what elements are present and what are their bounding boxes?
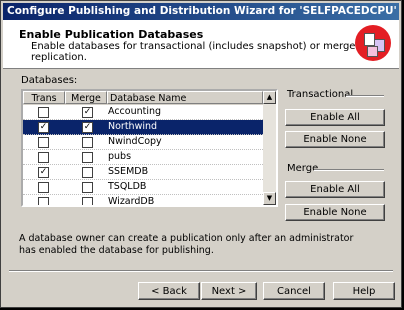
transactional-enable-all-button[interactable]: Enable All [285,109,385,126]
merge-checkbox[interactable] [82,137,93,148]
table-row[interactable]: pubs [23,150,263,165]
databases-label: Databases: [21,75,78,86]
table-row[interactable]: ✓ Accounting [23,105,263,120]
database-name: SSEMDB [108,166,149,177]
back-button[interactable]: < Back [138,282,200,300]
grid-scrollbar[interactable]: ▲ ▼ [263,91,276,205]
admin-note: A database owner can create a publicatio… [19,233,354,256]
trans-checkbox[interactable] [38,107,49,118]
merge-checkbox[interactable] [82,152,93,163]
grid-rows: ✓ Accounting ✓ ✓ Northwind NwindCopy pubs ✓ SSEM… [23,105,263,207]
grid-header: Trans Merge Database Name [23,91,263,105]
merge-enable-all-button[interactable]: Enable All [285,181,385,198]
database-name: Northwind [108,121,158,132]
cancel-button[interactable]: Cancel [263,282,325,300]
merge-checkbox[interactable] [82,167,93,178]
help-button[interactable]: Help [333,282,395,300]
trans-checkbox[interactable] [38,152,49,163]
table-row[interactable]: WizardDB [23,195,263,207]
footer-divider [9,270,393,272]
trans-checkbox[interactable]: ✓ [38,122,49,133]
transactional-divider [346,95,384,97]
wizard-window: Configure Publishing and Distribution Wi… [0,0,402,308]
merge-checkbox[interactable] [82,182,93,193]
merge-checkbox[interactable] [82,197,93,205]
table-row[interactable]: ✓ ✓ Northwind [23,120,263,135]
table-row[interactable]: NwindCopy [23,135,263,150]
transactional-enable-none-button[interactable]: Enable None [285,131,385,148]
table-row[interactable]: TSQLDB [23,180,263,195]
wizard-header: Enable Publication Databases Enable data… [3,20,399,69]
page-description: Enable databases for transactional (incl… [31,41,356,63]
merge-checkbox[interactable]: ✓ [82,107,93,118]
trans-checkbox[interactable] [38,197,49,205]
page-title: Enable Publication Databases [19,28,204,41]
transactional-label: Transactional [287,89,354,100]
scroll-down-icon[interactable]: ▼ [263,192,276,205]
merge-checkbox[interactable]: ✓ [82,122,93,133]
database-name: WizardDB [108,196,155,207]
merge-enable-none-button[interactable]: Enable None [285,204,385,221]
window-title: Configure Publishing and Distribution Wi… [3,3,399,20]
trans-checkbox[interactable] [38,137,49,148]
column-header-trans[interactable]: Trans [23,91,65,104]
trans-checkbox[interactable]: ✓ [38,167,49,178]
database-name: Accounting [108,106,162,117]
trans-checkbox[interactable] [38,182,49,193]
scroll-up-icon[interactable]: ▲ [263,91,276,104]
database-name: NwindCopy [108,136,162,147]
column-header-merge[interactable]: Merge [65,91,107,104]
merge-divider [314,169,384,171]
database-name: TSQLDB [108,181,147,192]
column-header-database-name[interactable]: Database Name [107,91,263,104]
next-button[interactable]: Next > [201,282,257,300]
table-row[interactable]: ✓ SSEMDB [23,165,263,180]
wizard-documents-icon [355,25,391,61]
databases-grid[interactable]: Trans Merge Database Name ✓ Accounting ✓ ✓ N… [21,89,278,207]
database-name: pubs [108,151,132,162]
